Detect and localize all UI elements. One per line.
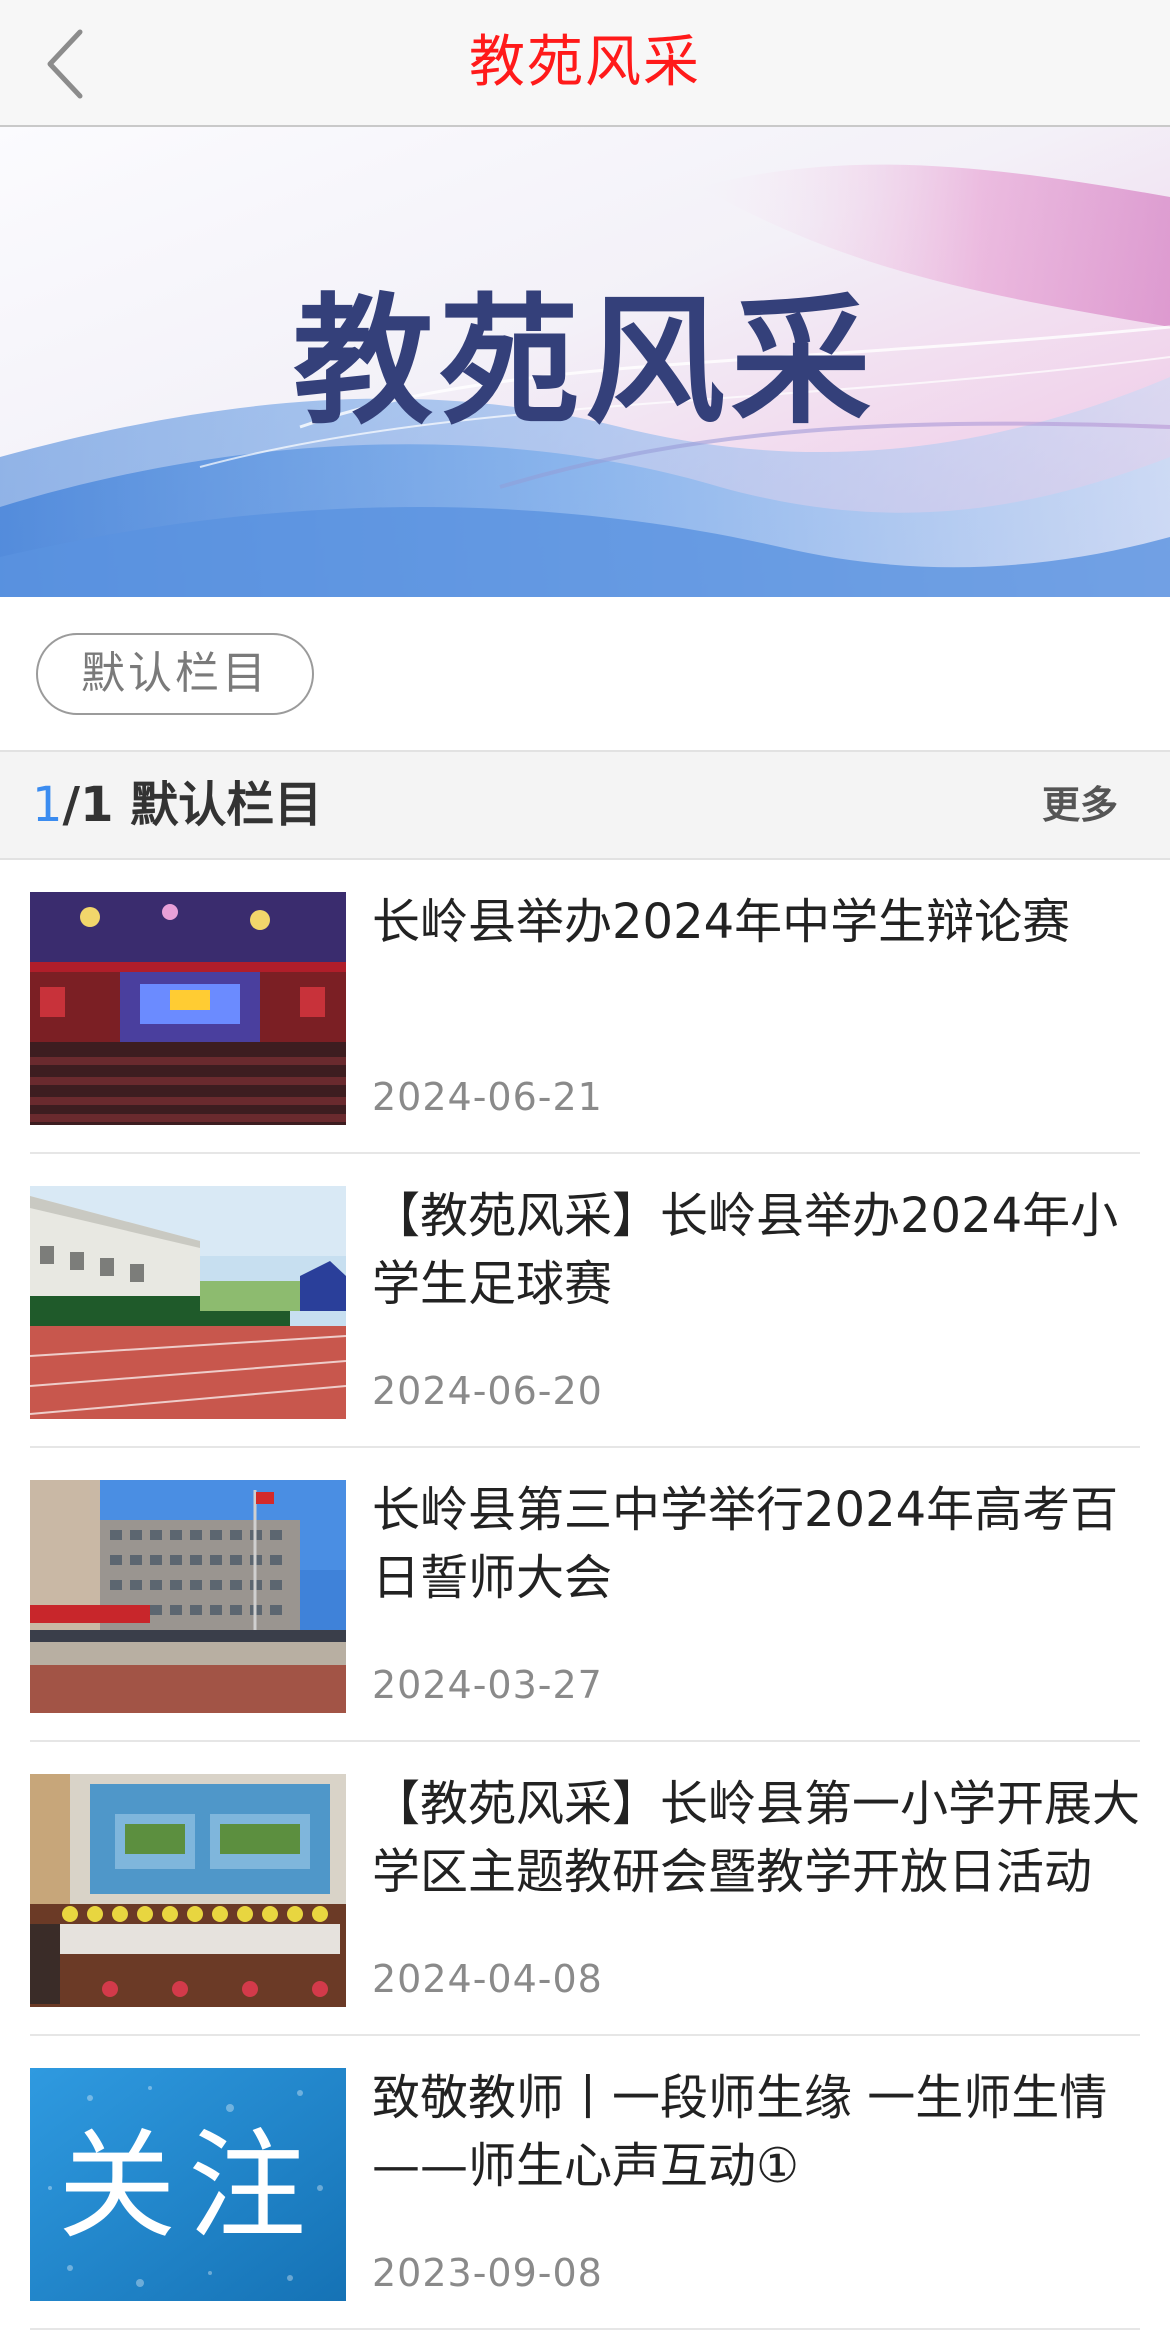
news-item[interactable]: 长岭县第三中学举行2024年高考百日誓师大会 2024-03-27	[0, 1448, 1170, 1742]
news-thumbnail	[30, 1186, 346, 1419]
news-title: 长岭县第三中学举行2024年高考百日誓师大会	[372, 1482, 1119, 1606]
nav-bar: 教苑风采	[0, 0, 1170, 127]
category-tabs: 默认栏目	[0, 597, 1170, 752]
news-thumbnail: 关注	[30, 2068, 346, 2301]
news-thumbnail	[30, 892, 346, 1125]
news-item[interactable]: 【教苑风采】长岭县举办2024年小学生足球赛 2024-06-20	[0, 1154, 1170, 1448]
category-chip-default[interactable]: 默认栏目	[36, 633, 314, 715]
section-title: 1/1 默认栏目	[32, 752, 322, 858]
news-thumbnail	[30, 1774, 346, 2007]
banner-title: 教苑风采	[292, 280, 877, 444]
banner-image: 教苑风采	[0, 127, 1170, 597]
news-date: 2024-04-08	[372, 1957, 603, 2001]
news-date: 2024-06-20	[372, 1369, 603, 1413]
news-title: 长岭县举办2024年中学生辩论赛	[372, 894, 1071, 950]
news-item[interactable]: 关注 致敬教师丨一段师生缘 一生师生情——师生心声互动① 2023-09-08	[0, 2036, 1170, 2330]
news-title: 【教苑风采】长岭县举办2024年小学生足球赛	[372, 1188, 1119, 1312]
news-date: 2024-06-21	[372, 1075, 603, 1119]
section-title-text: /1 默认栏目	[62, 777, 323, 833]
news-title: 【教苑风采】长岭县第一小学开展大学区主题教研会暨教学开放日活动	[372, 1776, 1141, 1900]
news-date: 2024-03-27	[372, 1663, 603, 1707]
news-thumbnail	[30, 1480, 346, 1713]
section-header: 1/1 默认栏目 更多	[0, 752, 1170, 860]
news-item[interactable]: 长岭县举办2024年中学生辩论赛 2024-06-21	[0, 860, 1170, 1154]
thumb-text: 关注	[57, 2117, 318, 2255]
news-date: 2023-09-08	[372, 2251, 603, 2295]
news-title: 致敬教师丨一段师生缘 一生师生情——师生心声互动①	[372, 2070, 1108, 2194]
more-link[interactable]: 更多	[1042, 752, 1118, 858]
page-current: 1	[32, 777, 63, 833]
news-list: 长岭县举办2024年中学生辩论赛 2024-06-21 【教苑风采】长岭县举办2…	[0, 860, 1170, 2330]
news-item[interactable]: 【教苑风采】长岭县第一小学开展大学区主题教研会暨教学开放日活动 2024-04-…	[0, 1742, 1170, 2036]
page-title: 教苑风采	[469, 30, 701, 95]
